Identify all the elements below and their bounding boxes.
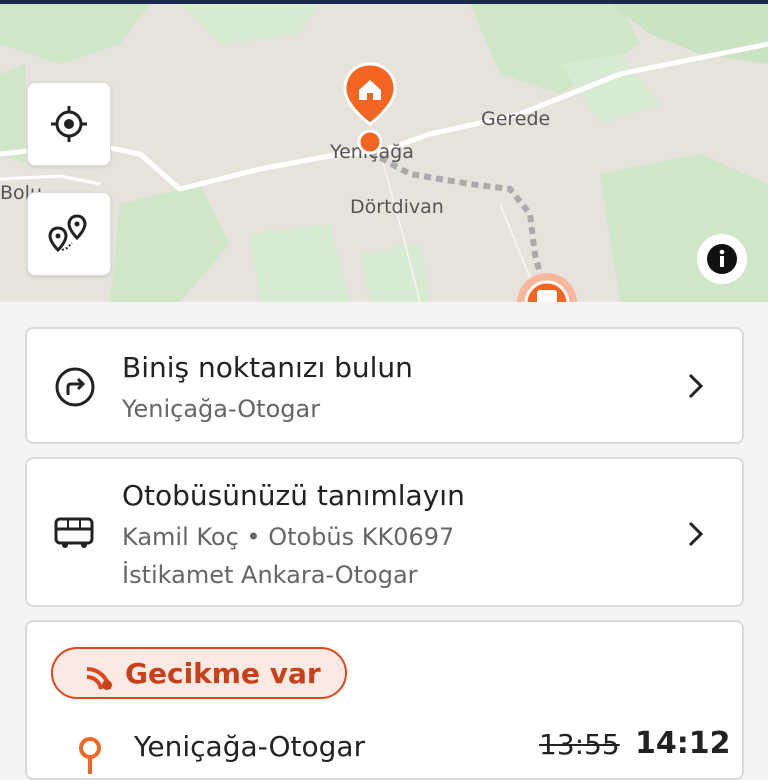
trip-status-card: Gecikme var Yeniçağa-Otogar 13:55 14:12 bbox=[25, 620, 744, 780]
boarding-card-subtitle: Yeniçağa-Otogar bbox=[122, 395, 321, 423]
bus-card-title: Otobüsünüzü tanımlayın bbox=[122, 479, 465, 512]
delay-badge-text: Gecikme var bbox=[125, 656, 321, 690]
find-boarding-point-card[interactable]: Biniş noktanızı bulun Yeniçağa-Otogar bbox=[25, 327, 744, 444]
home-pin-icon[interactable] bbox=[343, 62, 397, 166]
route-overview-button[interactable] bbox=[27, 192, 111, 276]
identify-bus-card[interactable]: Otobüsünüzü tanımlayın Kamil Koç • Otobü… bbox=[25, 457, 744, 607]
locate-me-button[interactable] bbox=[27, 82, 111, 166]
boarding-card-title: Biniş noktanızı bulun bbox=[122, 351, 413, 384]
stop-pin-icon bbox=[75, 736, 105, 780]
chevron-right-icon bbox=[686, 371, 706, 405]
map-label-dortdivan: Dörtdivan bbox=[350, 196, 444, 218]
chevron-right-icon bbox=[686, 519, 706, 553]
map-info-button[interactable] bbox=[697, 234, 747, 284]
directions-arrow-icon bbox=[53, 365, 97, 413]
bus-icon bbox=[53, 515, 97, 555]
bus-card-destination: İstikamet Ankara-Otogar bbox=[122, 561, 418, 589]
bus-location-icon[interactable] bbox=[514, 270, 580, 302]
expected-time: 14:12 bbox=[635, 726, 731, 761]
crosshair-icon bbox=[51, 106, 87, 142]
stop-name: Yeniçağa-Otogar bbox=[134, 730, 366, 763]
info-icon bbox=[707, 244, 737, 274]
bus-card-operator: Kamil Koç • Otobüs KK0697 bbox=[122, 523, 455, 551]
route-pins-icon bbox=[48, 214, 87, 253]
signal-icon bbox=[86, 666, 112, 690]
scheduled-time: 13:55 bbox=[539, 728, 620, 761]
delay-badge: Gecikme var bbox=[51, 647, 347, 699]
map-label-gerede: Gerede bbox=[481, 108, 551, 130]
map-view[interactable]: Bolu Yeniçağa Gerede Dörtdivan bbox=[0, 4, 768, 302]
